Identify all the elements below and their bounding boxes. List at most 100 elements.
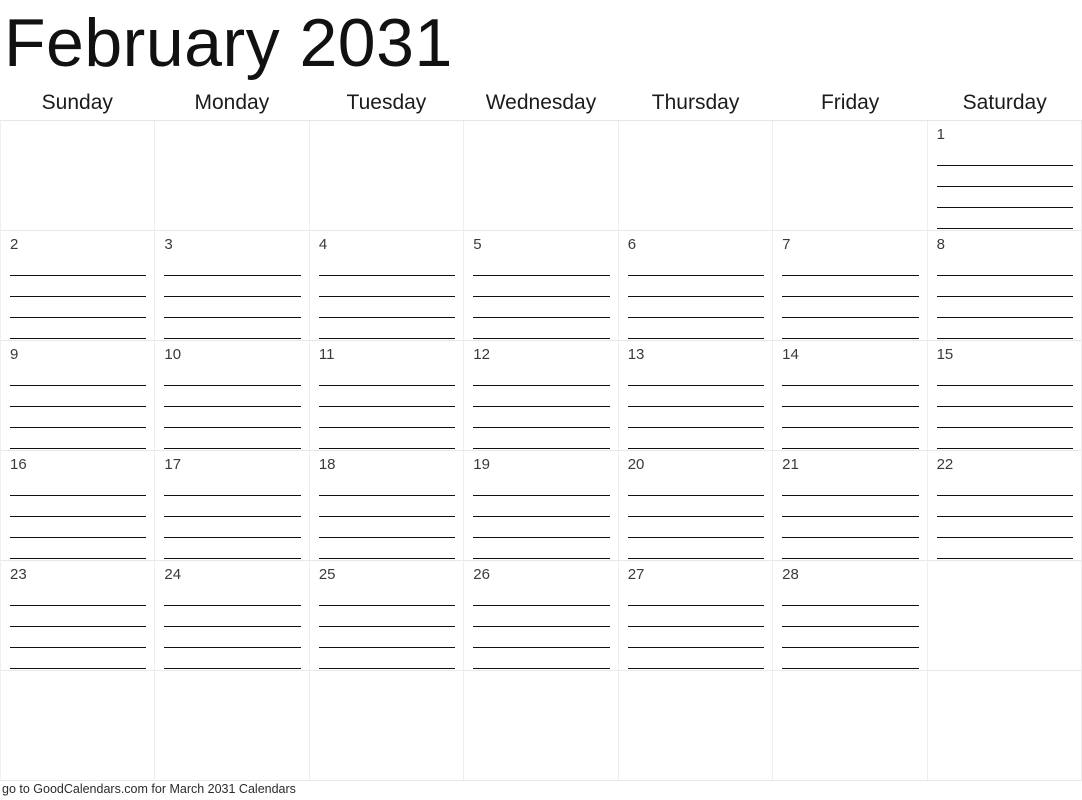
note-line[interactable] (627, 538, 765, 559)
note-line[interactable] (782, 585, 919, 606)
day-cell[interactable]: 18 (309, 451, 465, 561)
note-line[interactable] (164, 428, 301, 449)
note-line[interactable] (10, 517, 147, 538)
day-cell[interactable]: 23 (1, 561, 156, 671)
day-cell[interactable]: 27 (618, 561, 774, 671)
note-line[interactable] (782, 276, 919, 297)
note-line[interactable] (782, 407, 919, 428)
note-line[interactable] (10, 407, 147, 428)
note-line[interactable] (164, 648, 301, 669)
note-line[interactable] (164, 627, 301, 648)
note-line[interactable] (782, 255, 919, 276)
note-line[interactable] (627, 627, 765, 648)
note-line[interactable] (10, 627, 147, 648)
note-line[interactable] (473, 475, 610, 496)
note-line[interactable] (10, 255, 147, 276)
day-cell-empty[interactable] (464, 671, 619, 781)
note-line[interactable] (473, 318, 610, 339)
note-line[interactable] (936, 318, 1073, 339)
note-line[interactable] (164, 297, 301, 318)
note-line[interactable] (473, 365, 610, 386)
day-cell-empty[interactable] (309, 671, 465, 781)
note-line[interactable] (782, 627, 919, 648)
day-cell-empty[interactable] (927, 561, 1082, 671)
note-line[interactable] (10, 538, 147, 559)
note-line[interactable] (473, 627, 610, 648)
day-cell[interactable]: 22 (927, 451, 1082, 561)
note-line[interactable] (10, 648, 147, 669)
note-line[interactable] (627, 585, 765, 606)
note-line[interactable] (318, 407, 456, 428)
note-line[interactable] (318, 538, 456, 559)
day-cell[interactable]: 4 (309, 231, 465, 341)
note-line[interactable] (782, 538, 919, 559)
note-line[interactable] (782, 648, 919, 669)
note-line[interactable] (936, 166, 1073, 187)
note-line[interactable] (627, 517, 765, 538)
note-line[interactable] (627, 276, 765, 297)
note-line[interactable] (473, 496, 610, 517)
day-cell[interactable]: 5 (464, 231, 619, 341)
note-line[interactable] (318, 386, 456, 407)
day-cell[interactable]: 1 (927, 121, 1082, 231)
note-line[interactable] (936, 255, 1073, 276)
note-line[interactable] (318, 648, 456, 669)
note-line[interactable] (627, 297, 765, 318)
day-cell[interactable]: 2 (1, 231, 156, 341)
note-line[interactable] (936, 407, 1073, 428)
note-line[interactable] (318, 297, 456, 318)
note-line[interactable] (318, 475, 456, 496)
note-line[interactable] (782, 297, 919, 318)
note-line[interactable] (10, 606, 147, 627)
day-cell[interactable]: 17 (155, 451, 310, 561)
note-line[interactable] (164, 365, 301, 386)
note-line[interactable] (164, 386, 301, 407)
note-line[interactable] (10, 276, 147, 297)
day-cell[interactable]: 9 (1, 341, 156, 451)
note-line[interactable] (473, 606, 610, 627)
note-line[interactable] (10, 496, 147, 517)
note-line[interactable] (318, 276, 456, 297)
note-line[interactable] (936, 428, 1073, 449)
note-line[interactable] (164, 475, 301, 496)
note-line[interactable] (627, 496, 765, 517)
note-line[interactable] (473, 585, 610, 606)
note-line[interactable] (164, 538, 301, 559)
note-line[interactable] (936, 297, 1073, 318)
day-cell[interactable]: 14 (773, 341, 928, 451)
day-cell[interactable]: 20 (618, 451, 774, 561)
day-cell-empty[interactable] (1, 121, 156, 231)
day-cell-empty[interactable] (773, 121, 928, 231)
note-line[interactable] (627, 606, 765, 627)
note-line[interactable] (10, 585, 147, 606)
day-cell[interactable]: 6 (618, 231, 774, 341)
note-line[interactable] (782, 365, 919, 386)
note-line[interactable] (782, 318, 919, 339)
note-line[interactable] (473, 276, 610, 297)
note-line[interactable] (473, 517, 610, 538)
day-cell[interactable]: 28 (773, 561, 928, 671)
note-line[interactable] (318, 255, 456, 276)
note-line[interactable] (782, 428, 919, 449)
note-line[interactable] (318, 517, 456, 538)
day-cell-empty[interactable] (618, 121, 774, 231)
note-line[interactable] (936, 365, 1073, 386)
day-cell[interactable]: 13 (618, 341, 774, 451)
note-line[interactable] (10, 386, 147, 407)
note-line[interactable] (627, 648, 765, 669)
note-line[interactable] (473, 386, 610, 407)
note-line[interactable] (10, 365, 147, 386)
note-line[interactable] (10, 475, 147, 496)
note-line[interactable] (473, 255, 610, 276)
note-line[interactable] (627, 428, 765, 449)
note-line[interactable] (164, 606, 301, 627)
note-line[interactable] (164, 517, 301, 538)
day-cell-empty[interactable] (618, 671, 774, 781)
note-line[interactable] (936, 145, 1073, 166)
note-line[interactable] (318, 496, 456, 517)
note-line[interactable] (782, 386, 919, 407)
day-cell[interactable]: 10 (155, 341, 310, 451)
day-cell-empty[interactable] (927, 671, 1082, 781)
day-cell[interactable]: 19 (464, 451, 619, 561)
note-line[interactable] (936, 386, 1073, 407)
